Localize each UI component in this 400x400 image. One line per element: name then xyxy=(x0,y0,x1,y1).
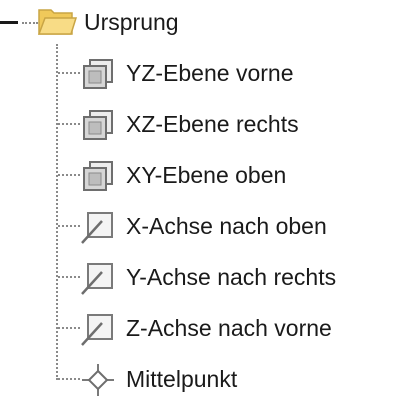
plane-icon xyxy=(78,156,118,196)
folder-open-icon xyxy=(36,2,78,40)
tree-item-xz-plane[interactable]: XZ-Ebene rechts xyxy=(0,101,400,145)
tree-root-label: Ursprung xyxy=(84,9,179,35)
tree-item-label: XZ-Ebene rechts xyxy=(126,111,299,137)
tree-connector xyxy=(58,123,80,125)
tree-connector xyxy=(58,174,80,176)
origin-tree: Ursprung YZ-Ebene vorne XZ-Ebene rechts xyxy=(0,0,400,400)
tree-connector xyxy=(58,378,80,380)
tree-item-label: Y-Achse nach rechts xyxy=(126,264,337,290)
plane-icon xyxy=(78,54,118,94)
tree-connector xyxy=(58,327,80,329)
tree-item-midpoint[interactable]: Mittelpunkt xyxy=(0,356,400,400)
tree-connector xyxy=(58,72,80,74)
tree-item-label: Z-Achse nach vorne xyxy=(126,315,332,341)
point-icon xyxy=(78,360,118,400)
tree-item-label: XY-Ebene oben xyxy=(126,162,287,188)
axis-icon xyxy=(78,207,118,247)
tree-item-label: YZ-Ebene vorne xyxy=(126,60,294,86)
tree-item-label: X-Achse nach oben xyxy=(126,213,327,239)
tree-item-label: Mittelpunkt xyxy=(126,366,238,392)
axis-icon xyxy=(78,309,118,349)
tree-item-yz-plane[interactable]: YZ-Ebene vorne xyxy=(0,50,400,94)
tree-item-z-axis[interactable]: Z-Achse nach vorne xyxy=(0,305,400,349)
tree-connector xyxy=(58,225,80,227)
tree-item-y-axis[interactable]: Y-Achse nach rechts xyxy=(0,254,400,298)
plane-icon xyxy=(78,105,118,145)
tree-connector xyxy=(58,276,80,278)
tree-item-xy-plane[interactable]: XY-Ebene oben xyxy=(0,152,400,196)
tree-root-ursprung[interactable]: Ursprung xyxy=(0,0,400,44)
axis-icon xyxy=(78,258,118,298)
tree-item-x-axis[interactable]: X-Achse nach oben xyxy=(0,203,400,247)
